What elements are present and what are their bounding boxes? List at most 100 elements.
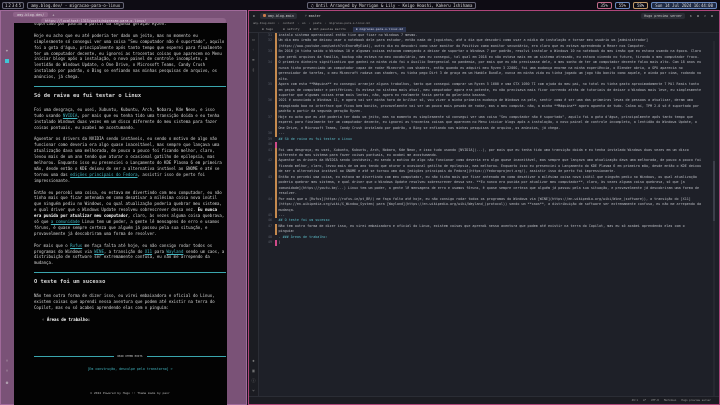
- file-tab-label: migracao-para-o-linux.md: [359, 27, 404, 31]
- battery-level: 58%: [632, 1, 649, 9]
- breadcrumb-item[interactable]: migracao-para-o-linux.md: [329, 21, 369, 25]
- change-marker: [275, 223, 277, 235]
- text: para: [152, 248, 167, 254]
- line-number: 36: [267, 98, 272, 103]
- breadcrumb-separator: ›: [308, 21, 311, 25]
- breadcrumb-item[interactable]: en: [302, 21, 305, 25]
- page-content: suportado por padrão a partir da segunda…: [14, 23, 227, 405]
- status-item[interactable]: 46:1: [632, 399, 638, 402]
- add-icon[interactable]: +: [5, 49, 9, 53]
- menu-icon[interactable]: ≡: [253, 14, 255, 18]
- file-icon: ▪: [262, 27, 264, 31]
- new-tab-button[interactable]: +: [52, 13, 54, 17]
- breadcrumb-item[interactable]: content: [283, 21, 295, 25]
- run-icon[interactable]: ▷: [690, 14, 692, 18]
- browser-tab[interactable]: amy.blog.dev/: [13, 12, 49, 17]
- inline-link[interactable]: Rufus: [70, 243, 82, 248]
- line-number: 42: [267, 158, 272, 163]
- folder-icon[interactable]: ▭: [251, 37, 256, 42]
- divider: [34, 85, 226, 87]
- inline-link[interactable]: a comunidade: [51, 219, 80, 224]
- line-number: 33: [267, 49, 272, 54]
- paragraph: Não tem outra forma de dizer isso, eu vi…: [34, 293, 226, 311]
- breadcrumb-separator: ›: [324, 21, 327, 25]
- file-icon: ▪: [283, 27, 285, 31]
- active-window-title: amy.blog.dev/ - migracao-para-o-linux: [27, 1, 125, 9]
- text: suportado por padrão a partir da segunda…: [34, 23, 167, 26]
- project-name: amy-blog-main: [268, 13, 294, 18]
- line-text: Foi uma desgraça, eu usei, Xubuntu, Kubu…: [278, 147, 691, 157]
- read-other-posts-label: READ OTHER POSTS: [117, 355, 143, 358]
- inline-link[interactable]: Wayland: [167, 249, 184, 254]
- line-text: Por mais que o [Rufus](https://rufus.ie/…: [278, 196, 704, 212]
- list-item: ◦ Áreas de trabalho:: [42, 317, 226, 323]
- text: ◦ Áreas de trabalho:: [42, 316, 91, 322]
- text: Aguentar os drivers da NVIDIA sendo inst…: [34, 136, 222, 177]
- file-tab[interactable]: ▪ migracao-para-o-linux.md: [352, 26, 407, 32]
- chevron-up-icon[interactable]: ˄: [5, 369, 9, 373]
- bookmark-icon[interactable]: ▯: [251, 67, 256, 72]
- settings-icon[interactable]: ⚙: [5, 381, 9, 385]
- file-tab[interactable]: ▪ mkt pasulas merito: [307, 27, 349, 32]
- paragraph: suportado por padrão a partir da segunda…: [34, 23, 226, 27]
- line-text: 2021 é anunciado o Windows 11, e agora v…: [278, 98, 702, 114]
- line-number: 49: [267, 240, 272, 245]
- next-post-link[interactable]: [Em construção, desculpe pelo transtorno…: [34, 367, 226, 371]
- workspace-1[interactable]: 1: [5, 3, 7, 8]
- terminal-icon[interactable]: ▣: [251, 368, 256, 373]
- workspace-switcher[interactable]: 1 2 3 4 5: [2, 1, 25, 9]
- settings-icon[interactable]: ⚙: [711, 14, 713, 18]
- copyright: © 2024 Powered by Hugo :: Theme made by …: [90, 391, 170, 395]
- status-item[interactable]: Hugo preview server: [681, 399, 711, 402]
- problems-icon[interactable]: ⓘ: [251, 378, 256, 383]
- line-number: 34: [267, 60, 272, 65]
- paragraph: Aguentar os drivers da NVIDIA sendo inst…: [34, 136, 226, 183]
- git-icon[interactable]: ⑂: [251, 388, 256, 393]
- line-number: 37: [267, 114, 272, 119]
- breadcrumb-item[interactable]: posts: [313, 21, 321, 25]
- status-item[interactable]: UTF-8: [651, 399, 659, 402]
- commit-icon[interactable]: ◦: [251, 47, 256, 52]
- code-line: 34 O primeiro dinheiro significativo que …: [259, 60, 709, 83]
- breadcrumb-separator: ›: [297, 21, 300, 25]
- project-tab[interactable]: amy-blog-main: [260, 12, 297, 19]
- code-line: 49 |: [259, 240, 709, 246]
- section-heading: O teste foi um sucesso: [34, 279, 226, 286]
- code-line: 32 Um dia meu irmão me deixou usar o note…: [259, 38, 709, 50]
- line-text: Aguentar os drivers da NVIDIA sendo inst…: [278, 158, 704, 174]
- inline-link[interactable]: X11: [145, 249, 152, 254]
- inline-link[interactable]: NVIDIA: [63, 113, 77, 118]
- status-item[interactable]: LF: [643, 399, 646, 402]
- inline-link[interactable]: WINE: [94, 249, 104, 254]
- text: , a transição do: [103, 248, 145, 254]
- workspace-3[interactable]: 3: [12, 3, 14, 8]
- search-icon[interactable]: ⌕: [704, 14, 706, 18]
- breadcrumb-item[interactable]: amy-blog-main: [253, 21, 275, 25]
- section-heading: Só de raiva eu fui testar o Linux: [34, 93, 226, 100]
- workspace-5[interactable]: 5: [19, 3, 21, 8]
- paragraph: Hoje eu acho que eu até poderia ter dado…: [34, 33, 226, 80]
- file-tab-label: netlify: [286, 27, 300, 31]
- run-config-select[interactable]: Hugo preview server: [641, 12, 685, 19]
- status-item[interactable]: Markdown: [664, 399, 677, 402]
- change-marker: [275, 82, 277, 99]
- top-panel: 1 2 3 4 5 amy.blog.dev/ - migracao-para-…: [0, 0, 720, 10]
- change-marker: [275, 158, 277, 175]
- branch-tab[interactable]: ⑂ master: [302, 13, 324, 19]
- file-tab[interactable]: ▪ netlify: [280, 27, 302, 32]
- workspace-4[interactable]: 4: [15, 3, 17, 8]
- sidebar-panel-icon[interactable]: [5, 59, 9, 63]
- debug-icon[interactable]: ⚙: [697, 14, 699, 18]
- code-area[interactable]: 31 instalo sistema operacional então tive…: [259, 33, 709, 396]
- now-playing[interactable]: ♫ Until Arranged by Morrigan & Lily - Ke…: [307, 1, 477, 9]
- file-tab[interactable]: ▪ hugo: [259, 27, 276, 32]
- inline-link[interactable]: edições principais do Fedora: [70, 172, 137, 177]
- plugins-icon[interactable]: ◈: [251, 358, 256, 363]
- chevron-up-icon[interactable]: ˄: [5, 359, 9, 363]
- structure-icon[interactable]: ≡: [251, 57, 256, 62]
- code-line: 33 Em 2016 já tinha saído o Windows 10 e …: [259, 49, 709, 61]
- paragraph: Então eu percebi uma coisa, eu estava me…: [34, 190, 226, 237]
- editor-scrollbar[interactable]: [713, 41, 715, 396]
- workspace-2[interactable]: 2: [8, 3, 10, 8]
- clock[interactable]: Sun 14 Jul 2024 16:44:00: [651, 1, 717, 9]
